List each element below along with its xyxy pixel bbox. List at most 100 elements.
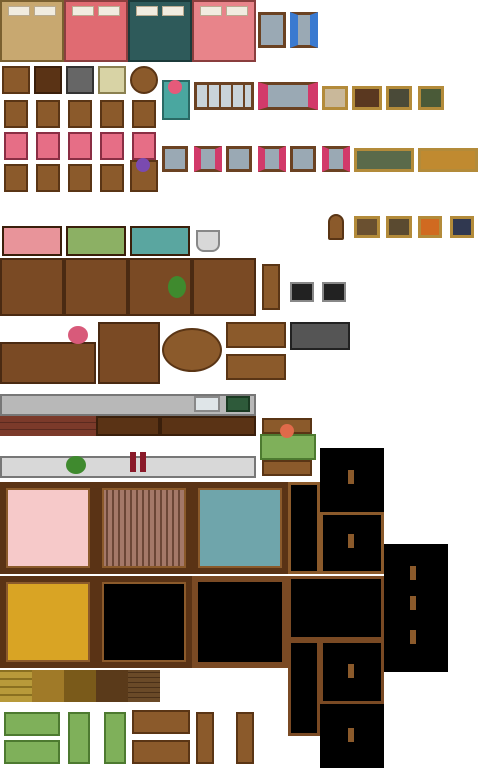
- laptop-icon: [290, 282, 314, 302]
- wall-panel-black-frame: [192, 576, 288, 668]
- bed-pillow: [8, 6, 30, 16]
- stool-dark: [34, 66, 62, 94]
- grandfather-clock-icon: [262, 264, 280, 310]
- wall-panel-gold: [0, 576, 96, 668]
- chair-green-2: [104, 712, 126, 764]
- sofa-green-2: [4, 740, 60, 764]
- autotile-tall-left: [288, 640, 320, 736]
- chair-wood-front-2: [36, 164, 60, 192]
- window-curtain-blue: [290, 12, 318, 48]
- door-handle-icon-4: [410, 596, 416, 610]
- chair-wood-front-3: [68, 164, 92, 192]
- round-table-small: [130, 66, 158, 94]
- chair-green: [68, 712, 90, 764]
- potted-flower-icon: [68, 326, 88, 344]
- stool-floral: [98, 66, 126, 94]
- bucket-icon: [196, 230, 220, 252]
- low-bookshelf: [0, 342, 96, 384]
- chair-wood-side-2: [100, 100, 124, 128]
- counter-drawers: [160, 416, 256, 436]
- bed-pillow: [136, 6, 158, 16]
- chair-wood: [36, 100, 60, 128]
- window-wide: [194, 82, 254, 110]
- sofa-green: [4, 712, 60, 736]
- kitchen-cupboard: [98, 322, 160, 384]
- chair-wood-back: [4, 100, 28, 128]
- wall-panel-teal: [192, 482, 288, 574]
- window-wide-pink-curtain: [258, 82, 318, 110]
- painting-small-1: [354, 216, 380, 238]
- stove: [96, 416, 160, 436]
- floor-wood-dark: [64, 670, 96, 702]
- brick-counter-base: [0, 416, 96, 436]
- stool-wood: [2, 66, 30, 94]
- round-table-large: [162, 328, 222, 372]
- wall-panel-black: [96, 576, 192, 668]
- bench-wood-side: [196, 712, 214, 764]
- door-handle-icon-7: [348, 728, 354, 742]
- bench-wood-2: [132, 740, 190, 764]
- table-teal-cloth-tea: [130, 226, 190, 256]
- door-handle-icon-3: [410, 566, 416, 580]
- wall-panel-pink: [0, 482, 96, 574]
- chair-pink-cushion-4: [100, 132, 124, 160]
- stove-burner-icon: [226, 396, 250, 412]
- laptop-icon-2: [322, 282, 346, 302]
- plant-icon: [168, 276, 186, 298]
- wall-panel-stripe: [96, 482, 192, 574]
- bed-pillow: [162, 6, 184, 16]
- painting-small-orange: [418, 216, 442, 238]
- window-small-2: [226, 146, 252, 172]
- chair-wood-front-4: [100, 164, 124, 192]
- bed-pillow: [34, 6, 56, 16]
- chair-pink-cushion-2: [36, 132, 60, 160]
- shelf-with-plant: [64, 258, 128, 316]
- door-handle-icon-5: [410, 630, 416, 644]
- bed-teal-floral: [128, 0, 192, 62]
- flower-bouquet-icon: [168, 80, 182, 94]
- chair-pink-cushion-5: [132, 132, 156, 160]
- bookshelf: [0, 258, 64, 316]
- painting-portrait: [322, 86, 348, 110]
- chair-wood-front: [4, 164, 28, 192]
- window-small-3: [290, 146, 316, 172]
- wall-panel-black-narrow: [288, 482, 320, 574]
- window-small-pink: [194, 146, 222, 172]
- chair-pink-cushion: [4, 132, 28, 160]
- floor-wood-light: [0, 670, 32, 702]
- bed-pillow: [226, 6, 248, 16]
- window-small-pink-2: [258, 146, 286, 172]
- bed-pillow: [98, 6, 120, 16]
- purple-flower-icon: [136, 158, 150, 172]
- bed-pillow: [72, 6, 94, 16]
- dish-cabinet: [192, 258, 256, 316]
- bed-pink-floral: [64, 0, 128, 62]
- chair-wood-side: [68, 100, 92, 128]
- bed-pillow: [200, 6, 222, 16]
- painting-landscape-2: [386, 86, 412, 110]
- wine-bottle-icon-2: [140, 452, 146, 472]
- painting-small-2: [386, 216, 412, 238]
- painting-wide-city: [354, 148, 414, 172]
- dining-chair-bottom: [262, 460, 312, 476]
- bench-wood-side-2: [236, 712, 254, 764]
- window-closed: [258, 12, 286, 48]
- wine-bottle-icon: [130, 452, 136, 472]
- bed-pink: [192, 0, 256, 62]
- window-small-pink-3: [322, 146, 350, 172]
- chair-pink-cushion-3: [68, 132, 92, 160]
- wooden-table-small: [226, 354, 286, 380]
- wooden-bench-table: [226, 322, 286, 348]
- table-green-cloth-tea: [66, 226, 126, 256]
- metal-table: [290, 322, 350, 350]
- floor-wood-plank: [128, 670, 160, 702]
- door-handle-icon-2: [348, 534, 354, 548]
- bench-wood: [132, 710, 190, 734]
- vegetables-icon: [66, 456, 86, 474]
- stool-gray: [66, 66, 94, 94]
- painting-landscape-3: [418, 86, 444, 110]
- wall-clock-icon: [328, 214, 344, 240]
- door-handle-icon-6: [348, 664, 354, 678]
- table-pink-cloth-tea: [2, 226, 62, 256]
- floor-wood-medium: [32, 670, 64, 702]
